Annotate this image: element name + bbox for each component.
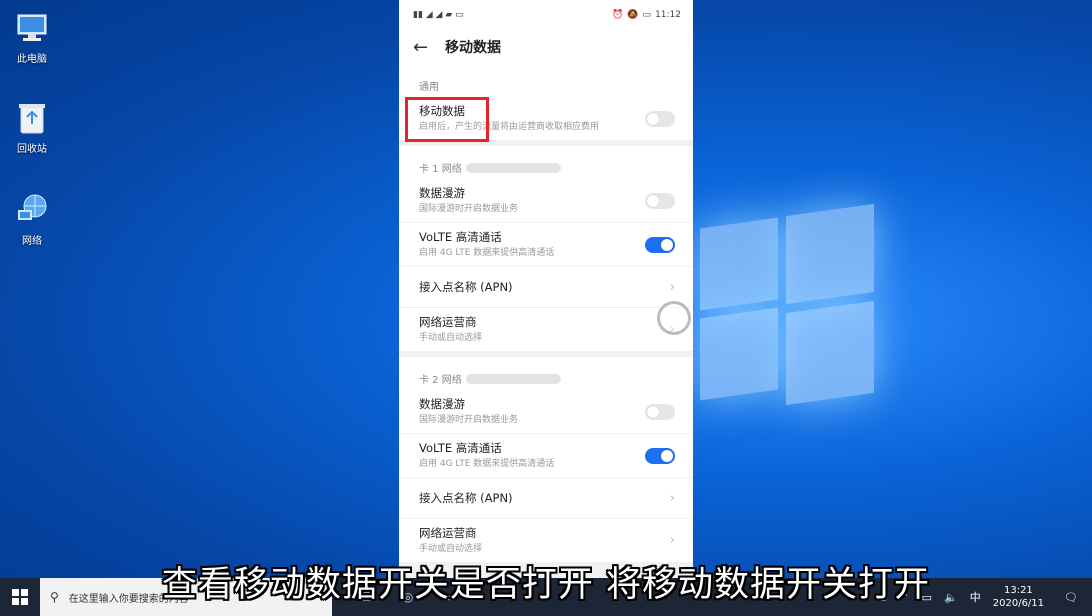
- mobile-data-toggle[interactable]: [645, 110, 675, 127]
- desktop-icon-network[interactable]: 网络: [2, 192, 62, 247]
- sim1-section: 卡 1 网络 数据漫游 国际漫游时开启数据业务 VoLTE 高清通话 启用 4G…: [399, 146, 693, 351]
- section-header: 卡 1 网络: [399, 146, 693, 179]
- sim1-apn-row[interactable]: 接入点名称 (APN) ›: [399, 267, 693, 308]
- row-title: VoLTE 高清通话: [419, 230, 502, 244]
- desktop-icon-label: 回收站: [17, 144, 47, 155]
- row-title: 网络运营商: [419, 526, 477, 540]
- desktop-icon-label: 网络: [22, 236, 42, 247]
- network-icon: [14, 192, 50, 228]
- section-header-text: 卡 1 网络: [419, 164, 462, 175]
- row-description: 手动或自动选择: [419, 544, 483, 554]
- row-description: 启用 4G LTE 数据来提供高清通话: [419, 459, 555, 469]
- chevron-right-icon: ›: [669, 279, 675, 295]
- row-description: 国际漫游时开启数据业务: [419, 204, 519, 214]
- alarm-icon: ⏰: [612, 10, 624, 20]
- chevron-right-icon: ›: [669, 533, 675, 548]
- section-header-text: 卡 2 网络: [419, 375, 462, 386]
- sim1-carrier-row[interactable]: 网络运营商 手动或自动选择 ›: [399, 308, 693, 351]
- row-title: 接入点名称 (APN): [419, 491, 513, 505]
- row-title: 数据漫游: [419, 397, 465, 411]
- mute-icon: 🔕: [627, 10, 639, 20]
- phone-status-bar: ▮▮ ◢ ◢ ▰ ▭ ⏰ 🔕 ▭ 11:12: [399, 0, 693, 30]
- sim2-roaming-row[interactable]: 数据漫游 国际漫游时开启数据业务: [399, 390, 693, 434]
- sim1-volte-toggle[interactable]: [645, 236, 675, 253]
- highlight-box: [405, 97, 489, 142]
- touch-indicator: [657, 301, 691, 335]
- row-description: 启用 4G LTE 数据来提供高清通话: [419, 248, 555, 258]
- desktop-icon-recycle-bin[interactable]: 回收站: [2, 100, 62, 155]
- recycle-bin-icon: [14, 100, 50, 136]
- sim1-roaming-toggle[interactable]: [645, 192, 675, 209]
- sim2-roaming-toggle[interactable]: [645, 403, 675, 420]
- row-description: 手动或自动选择: [419, 333, 483, 343]
- row-title: VoLTE 高清通话: [419, 441, 502, 455]
- section-header: 卡 2 网络: [399, 357, 693, 390]
- page-title: 移动数据: [445, 40, 501, 56]
- chevron-right-icon: ›: [669, 490, 675, 506]
- sim1-roaming-row[interactable]: 数据漫游 国际漫游时开启数据业务: [399, 179, 693, 223]
- windows-logo-wallpaper: [690, 203, 880, 410]
- desktop-icon-this-pc[interactable]: 此电脑: [2, 10, 62, 65]
- sim2-section: 卡 2 网络 数据漫游 国际漫游时开启数据业务 VoLTE 高清通话 启用 4G…: [399, 357, 693, 562]
- computer-icon: [14, 10, 50, 46]
- redacted-carrier: [465, 373, 561, 384]
- row-description: 国际漫游时开启数据业务: [419, 415, 519, 425]
- status-time: 11:12: [655, 10, 681, 20]
- sim2-apn-row[interactable]: 接入点名称 (APN) ›: [399, 478, 693, 519]
- desktop-icon-label: 此电脑: [17, 54, 47, 65]
- back-arrow-icon[interactable]: ←: [413, 37, 437, 58]
- battery-icon: ▭: [642, 10, 652, 20]
- section-header: 通用: [419, 82, 439, 93]
- row-title: 网络运营商: [419, 315, 477, 329]
- row-title: 接入点名称 (APN): [419, 280, 513, 294]
- sim2-volte-toggle[interactable]: [645, 447, 675, 464]
- sim1-volte-row[interactable]: VoLTE 高清通话 启用 4G LTE 数据来提供高清通话: [399, 223, 693, 267]
- video-subtitle: 查看移动数据开关是否打开 将移动数据开关打开: [161, 565, 931, 605]
- row-title: 数据漫游: [419, 186, 465, 200]
- sim2-volte-row[interactable]: VoLTE 高清通话 启用 4G LTE 数据来提供高清通话: [399, 434, 693, 478]
- app-bar: ← 移动数据: [399, 30, 693, 64]
- redacted-carrier: [465, 162, 561, 173]
- phone-screen: ▮▮ ◢ ◢ ▰ ▭ ⏰ 🔕 ▭ 11:12 ← 移动数据 通用 移动数据 启用…: [399, 0, 693, 578]
- signal-icon: ▮▮ ◢ ◢ ▰ ▭: [413, 10, 464, 20]
